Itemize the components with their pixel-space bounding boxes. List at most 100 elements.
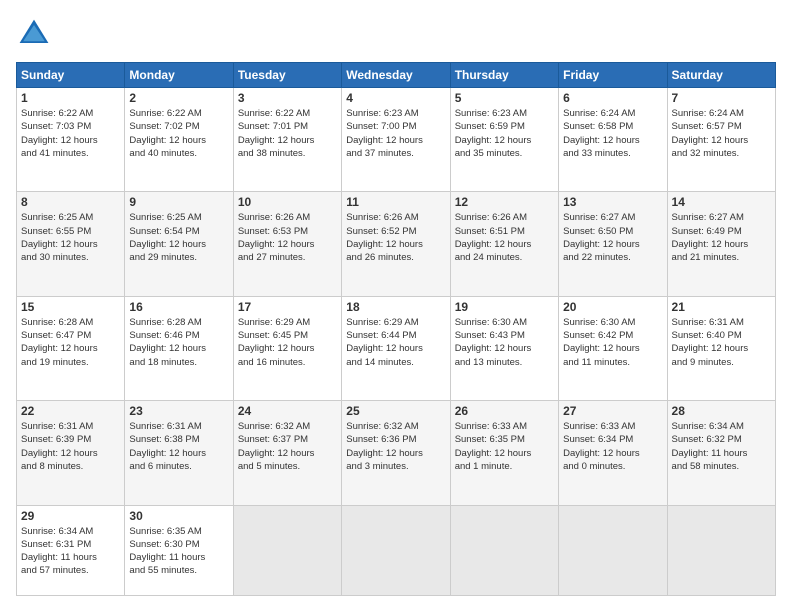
day-number: 27 xyxy=(563,404,662,418)
calendar-cell: 6 Sunrise: 6:24 AMSunset: 6:58 PMDaylight… xyxy=(559,88,667,192)
calendar-cell: 8 Sunrise: 6:25 AMSunset: 6:55 PMDaylight… xyxy=(17,192,125,296)
calendar-cell: 19 Sunrise: 6:30 AMSunset: 6:43 PMDayligh… xyxy=(450,296,558,400)
calendar-cell: 10 Sunrise: 6:26 AMSunset: 6:53 PMDayligh… xyxy=(233,192,341,296)
calendar-cell xyxy=(342,505,450,595)
calendar-cell: 22Sunrise: 6:31 AMSunset: 6:39 PMDayligh… xyxy=(17,401,125,505)
cell-info: Sunrise: 6:34 AMSunset: 6:32 PMDaylight:… xyxy=(672,420,771,473)
calendar-cell: 13 Sunrise: 6:27 AMSunset: 6:50 PMDayligh… xyxy=(559,192,667,296)
col-friday: Friday xyxy=(559,63,667,88)
cell-info: Sunrise: 6:35 AMSunset: 6:30 PMDaylight:… xyxy=(129,525,228,578)
calendar-cell: 29 Sunrise: 6:34 AMSunset: 6:31 PMDayligh… xyxy=(17,505,125,595)
cell-info: Sunrise: 6:22 AMSunset: 7:02 PMDaylight:… xyxy=(129,107,228,160)
cell-info: Sunrise: 6:29 AMSunset: 6:45 PMDaylight:… xyxy=(238,316,337,369)
day-number: 20 xyxy=(563,300,662,314)
cell-info: Sunrise: 6:33 AMSunset: 6:34 PMDaylight:… xyxy=(563,420,662,473)
day-number: 2 xyxy=(129,91,228,105)
calendar-cell: 16 Sunrise: 6:28 AMSunset: 6:46 PMDayligh… xyxy=(125,296,233,400)
calendar-cell: 3 Sunrise: 6:22 AMSunset: 7:01 PMDaylight… xyxy=(233,88,341,192)
day-number: 17 xyxy=(238,300,337,314)
col-monday: Monday xyxy=(125,63,233,88)
calendar-cell: 14 Sunrise: 6:27 AMSunset: 6:49 PMDayligh… xyxy=(667,192,775,296)
cell-info: Sunrise: 6:30 AMSunset: 6:42 PMDaylight:… xyxy=(563,316,662,369)
day-number: 29 xyxy=(21,509,120,523)
cell-info: Sunrise: 6:22 AMSunset: 7:01 PMDaylight:… xyxy=(238,107,337,160)
col-sunday: Sunday xyxy=(17,63,125,88)
calendar-cell: 5 Sunrise: 6:23 AMSunset: 6:59 PMDaylight… xyxy=(450,88,558,192)
col-tuesday: Tuesday xyxy=(233,63,341,88)
cell-info: Sunrise: 6:31 AMSunset: 6:40 PMDaylight:… xyxy=(672,316,771,369)
calendar-table: Sunday Monday Tuesday Wednesday Thursday… xyxy=(16,62,776,596)
day-number: 11 xyxy=(346,195,445,209)
day-number: 3 xyxy=(238,91,337,105)
day-number: 10 xyxy=(238,195,337,209)
cell-info: Sunrise: 6:29 AMSunset: 6:44 PMDaylight:… xyxy=(346,316,445,369)
day-number: 26 xyxy=(455,404,554,418)
cell-info: Sunrise: 6:30 AMSunset: 6:43 PMDaylight:… xyxy=(455,316,554,369)
calendar-cell: 17 Sunrise: 6:29 AMSunset: 6:45 PMDayligh… xyxy=(233,296,341,400)
calendar-cell: 28 Sunrise: 6:34 AMSunset: 6:32 PMDayligh… xyxy=(667,401,775,505)
col-thursday: Thursday xyxy=(450,63,558,88)
calendar-cell: 9 Sunrise: 6:25 AMSunset: 6:54 PMDaylight… xyxy=(125,192,233,296)
cell-info: Sunrise: 6:31 AMSunset: 6:38 PMDaylight:… xyxy=(129,420,228,473)
calendar-cell: 26 Sunrise: 6:33 AMSunset: 6:35 PMDayligh… xyxy=(450,401,558,505)
calendar-cell xyxy=(450,505,558,595)
day-number: 6 xyxy=(563,91,662,105)
page: Sunday Monday Tuesday Wednesday Thursday… xyxy=(0,0,792,612)
day-number: 9 xyxy=(129,195,228,209)
cell-info: Sunrise: 6:25 AMSunset: 6:54 PMDaylight:… xyxy=(129,211,228,264)
day-number: 25 xyxy=(346,404,445,418)
day-number: 1 xyxy=(21,91,120,105)
day-number: 30 xyxy=(129,509,228,523)
cell-info: Sunrise: 6:33 AMSunset: 6:35 PMDaylight:… xyxy=(455,420,554,473)
cell-info: Sunrise: 6:34 AMSunset: 6:31 PMDaylight:… xyxy=(21,525,120,578)
day-number: 5 xyxy=(455,91,554,105)
day-number: 22 xyxy=(21,404,120,418)
cell-info: Sunrise: 6:27 AMSunset: 6:49 PMDaylight:… xyxy=(672,211,771,264)
cell-info: Sunrise: 6:22 AMSunset: 7:03 PMDaylight:… xyxy=(21,107,120,160)
day-number: 15 xyxy=(21,300,120,314)
day-number: 23 xyxy=(129,404,228,418)
cell-info: Sunrise: 6:25 AMSunset: 6:55 PMDaylight:… xyxy=(21,211,120,264)
day-number: 19 xyxy=(455,300,554,314)
logo xyxy=(16,16,56,52)
cell-info: Sunrise: 6:26 AMSunset: 6:53 PMDaylight:… xyxy=(238,211,337,264)
col-saturday: Saturday xyxy=(667,63,775,88)
calendar-cell: 11 Sunrise: 6:26 AMSunset: 6:52 PMDayligh… xyxy=(342,192,450,296)
calendar-cell: 21Sunrise: 6:31 AMSunset: 6:40 PMDayligh… xyxy=(667,296,775,400)
calendar-cell: 25 Sunrise: 6:32 AMSunset: 6:36 PMDayligh… xyxy=(342,401,450,505)
calendar-cell: 4 Sunrise: 6:23 AMSunset: 7:00 PMDaylight… xyxy=(342,88,450,192)
calendar-cell xyxy=(559,505,667,595)
cell-info: Sunrise: 6:24 AMSunset: 6:57 PMDaylight:… xyxy=(672,107,771,160)
day-number: 24 xyxy=(238,404,337,418)
calendar-cell: 2 Sunrise: 6:22 AMSunset: 7:02 PMDaylight… xyxy=(125,88,233,192)
calendar-cell: 1 Sunrise: 6:22 AMSunset: 7:03 PMDaylight… xyxy=(17,88,125,192)
calendar-cell xyxy=(667,505,775,595)
cell-info: Sunrise: 6:26 AMSunset: 6:52 PMDaylight:… xyxy=(346,211,445,264)
cell-info: Sunrise: 6:26 AMSunset: 6:51 PMDaylight:… xyxy=(455,211,554,264)
day-number: 4 xyxy=(346,91,445,105)
day-number: 12 xyxy=(455,195,554,209)
day-number: 16 xyxy=(129,300,228,314)
day-number: 14 xyxy=(672,195,771,209)
calendar-cell: 15Sunrise: 6:28 AMSunset: 6:47 PMDayligh… xyxy=(17,296,125,400)
day-number: 8 xyxy=(21,195,120,209)
calendar-cell: 12 Sunrise: 6:26 AMSunset: 6:51 PMDayligh… xyxy=(450,192,558,296)
cell-info: Sunrise: 6:32 AMSunset: 6:37 PMDaylight:… xyxy=(238,420,337,473)
calendar-cell: 27 Sunrise: 6:33 AMSunset: 6:34 PMDayligh… xyxy=(559,401,667,505)
col-wednesday: Wednesday xyxy=(342,63,450,88)
day-number: 7 xyxy=(672,91,771,105)
cell-info: Sunrise: 6:28 AMSunset: 6:46 PMDaylight:… xyxy=(129,316,228,369)
cell-info: Sunrise: 6:27 AMSunset: 6:50 PMDaylight:… xyxy=(563,211,662,264)
calendar-cell: 20 Sunrise: 6:30 AMSunset: 6:42 PMDayligh… xyxy=(559,296,667,400)
calendar-cell: 23 Sunrise: 6:31 AMSunset: 6:38 PMDayligh… xyxy=(125,401,233,505)
day-number: 28 xyxy=(672,404,771,418)
calendar-cell: 7 Sunrise: 6:24 AMSunset: 6:57 PMDaylight… xyxy=(667,88,775,192)
cell-info: Sunrise: 6:23 AMSunset: 7:00 PMDaylight:… xyxy=(346,107,445,160)
calendar-cell xyxy=(233,505,341,595)
cell-info: Sunrise: 6:23 AMSunset: 6:59 PMDaylight:… xyxy=(455,107,554,160)
day-number: 13 xyxy=(563,195,662,209)
cell-info: Sunrise: 6:32 AMSunset: 6:36 PMDaylight:… xyxy=(346,420,445,473)
calendar-cell: 30 Sunrise: 6:35 AMSunset: 6:30 PMDayligh… xyxy=(125,505,233,595)
cell-info: Sunrise: 6:24 AMSunset: 6:58 PMDaylight:… xyxy=(563,107,662,160)
calendar-cell: 24 Sunrise: 6:32 AMSunset: 6:37 PMDayligh… xyxy=(233,401,341,505)
